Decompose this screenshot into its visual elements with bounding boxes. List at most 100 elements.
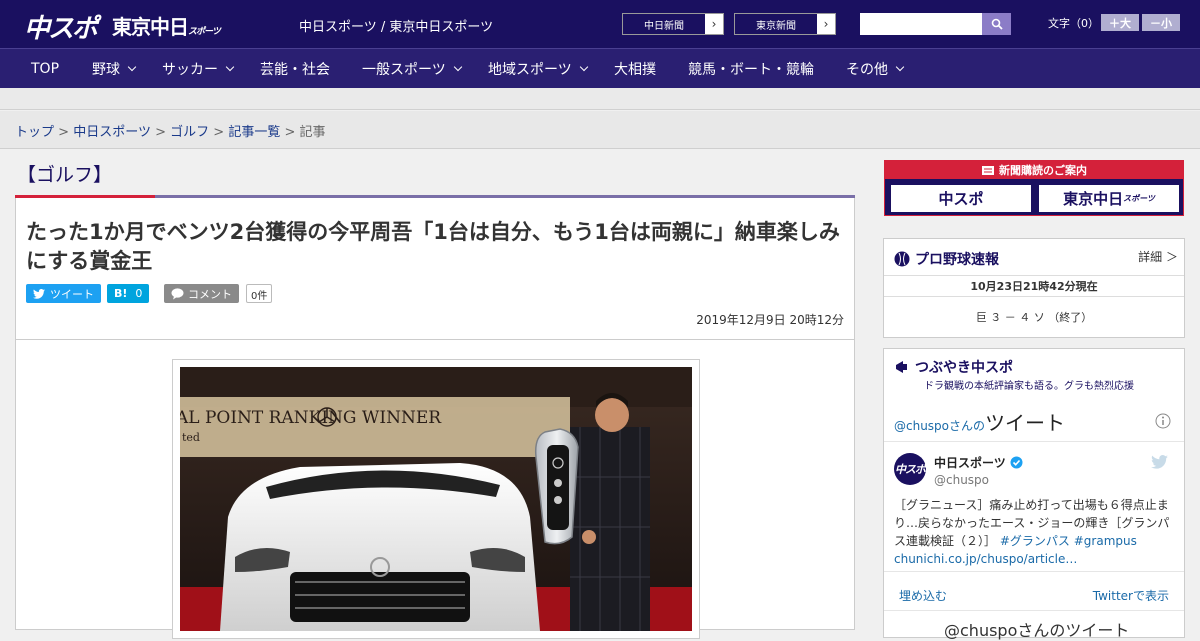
nav-item-keiba[interactable]: 競馬・ボート・競輪 bbox=[688, 49, 814, 89]
article-card: たった1か月でベンツ2台獲得の今平周吾「1台は自分、もう1台は両親に」納車楽しみ… bbox=[15, 198, 855, 639]
logo-tokyo-chunichi[interactable]: 東京中日スポーツ bbox=[112, 11, 221, 40]
twitter-divider bbox=[884, 441, 1184, 442]
article-photo: AL POINT RANKING WINNER ted bbox=[180, 367, 692, 631]
font-size-down-button[interactable]: －小 bbox=[1142, 14, 1180, 31]
breadcrumb-separator: > bbox=[284, 125, 296, 140]
chevron-down-icon bbox=[225, 62, 235, 72]
baseball-detail-link[interactable]: 詳細 ＞ bbox=[1138, 248, 1178, 265]
nav-item-label: 競馬・ボート・競輪 bbox=[688, 62, 814, 78]
hatena-bookmark-button[interactable]: B! 0 bbox=[107, 284, 150, 303]
breadcrumb-golf[interactable]: ゴルフ bbox=[170, 125, 209, 140]
tsubuyaki-box: つぶやき中スポ ドラ観戦の本紙評論家も語る。グラも熱烈応援 @chuspoさんの… bbox=[883, 348, 1185, 641]
comment-label: コメント bbox=[188, 287, 232, 301]
tweet-text: ［グラニュース］痛み止め打って出場も６得点止まり…戻らなかったエース・ジョーの輝… bbox=[894, 496, 1176, 568]
tweet-button[interactable]: ツイート bbox=[26, 284, 101, 303]
twitter-footer-link[interactable]: @chuspoさんのツイート bbox=[944, 617, 1129, 641]
breadcrumb-top[interactable]: トップ bbox=[15, 125, 54, 140]
chevron-down-icon bbox=[579, 62, 588, 72]
nav-item-label: 芸能・社会 bbox=[260, 62, 330, 78]
comment-button[interactable]: コメント bbox=[164, 284, 239, 303]
chevron-down-icon bbox=[453, 62, 462, 72]
hashtag-link[interactable]: #grampus bbox=[1074, 534, 1137, 548]
article-title: たった1か月でベンツ2台獲得の今平周吾「1台は自分、もう1台は両親に」納車楽しみ… bbox=[26, 220, 840, 273]
photo-backdrop-text2: ted bbox=[182, 431, 200, 444]
nav-item-entertainment[interactable]: 芸能・社会 bbox=[260, 49, 330, 89]
nav-item-label: 野球 bbox=[92, 62, 120, 78]
chunichi-shimbun-label: 中日新聞 bbox=[623, 14, 705, 34]
tweet-author[interactable]: 中日スポーツ bbox=[934, 454, 1023, 471]
twitter-bird-icon bbox=[33, 288, 45, 299]
chunichi-shimbun-link[interactable]: 中日新聞 › bbox=[622, 13, 724, 35]
nav-item-label: 一般スポーツ bbox=[362, 62, 446, 78]
breadcrumb-separator: > bbox=[213, 125, 225, 140]
baseball-scores-header: プロ野球速報 bbox=[894, 249, 999, 269]
hashtag-link[interactable]: #グランパス bbox=[1000, 534, 1070, 548]
breadcrumb-separator: > bbox=[58, 125, 70, 140]
breadcrumb-separator: > bbox=[155, 125, 166, 140]
verified-badge-icon bbox=[1010, 456, 1023, 469]
baseball-scores-title: プロ野球速報 bbox=[915, 252, 999, 268]
nav-item-other[interactable]: その他 bbox=[846, 49, 905, 89]
nav-item-baseball[interactable]: 野球 bbox=[92, 49, 137, 89]
nav-item-local-sports[interactable]: 地域スポーツ bbox=[488, 49, 588, 89]
baseball-icon bbox=[894, 251, 910, 267]
search-button[interactable] bbox=[982, 13, 1011, 35]
tweet-label: ツイート bbox=[50, 287, 94, 301]
site-header: 中スポ 東京中日スポーツ 中日スポーツ / 東京中日スポーツ 中日新聞 › 東京新… bbox=[0, 0, 1200, 48]
view-on-twitter-link[interactable]: Twitterで表示 bbox=[1093, 587, 1169, 604]
nav-item-label: 地域スポーツ bbox=[488, 62, 572, 78]
tsubuyaki-title: つぶやき中スポ bbox=[915, 360, 1013, 376]
avatar[interactable]: 中スポ bbox=[894, 453, 926, 485]
chevron-right-icon: › bbox=[705, 14, 723, 34]
twitter-bird-icon[interactable] bbox=[1151, 455, 1168, 469]
baseball-scores-box: プロ野球速報 詳細 ＞ 10月23日21時42分現在 巨 ３ － ４ ソ （終了… bbox=[883, 238, 1185, 338]
chevron-down-icon bbox=[895, 62, 905, 72]
site-name: 中日スポーツ / 東京中日スポーツ bbox=[299, 20, 494, 35]
breadcrumb-chunichi-sports[interactable]: 中日スポーツ bbox=[73, 125, 151, 140]
nav-item-label: TOP bbox=[31, 61, 60, 77]
tokyo-shimbun-link[interactable]: 東京新聞 › bbox=[734, 13, 836, 35]
subscription-header-label: 新聞購読のご案内 bbox=[999, 164, 1087, 177]
article-date: 2019年12月9日 20時12分 bbox=[696, 313, 844, 327]
header-spacer bbox=[0, 88, 1200, 110]
nav-item-general-sports[interactable]: 一般スポーツ bbox=[362, 49, 462, 89]
font-size-up-button[interactable]: ＋大 bbox=[1101, 14, 1139, 31]
article-photo-frame[interactable]: AL POINT RANKING WINNER ted bbox=[172, 359, 700, 639]
article-category: 【ゴルフ】 bbox=[17, 164, 113, 186]
tweet-author-handle: @chuspo bbox=[934, 473, 990, 487]
chevron-right-icon: › bbox=[817, 14, 835, 34]
font-size-label: 文字（0） bbox=[1048, 17, 1099, 30]
nav-item-soccer[interactable]: サッカー bbox=[162, 49, 235, 89]
twitter-divider bbox=[884, 610, 1184, 611]
tokyo-shimbun-label: 東京新聞 bbox=[735, 14, 817, 34]
logo-tokyo-chunichi-small: スポーツ bbox=[188, 27, 221, 37]
twitter-divider bbox=[884, 571, 1184, 572]
breadcrumb-current: 記事 bbox=[299, 125, 326, 140]
info-icon[interactable] bbox=[1155, 413, 1171, 429]
twitter-timeline-heading: @chuspoさんの ツイート bbox=[894, 407, 1065, 436]
tokyo-chunichi-subscribe-logo: 東京中日 スポーツ bbox=[1037, 183, 1181, 214]
twitter-heading-prefix: @chuspoさんの bbox=[894, 419, 986, 433]
nav-item-label: 大相撲 bbox=[614, 62, 656, 78]
embed-link[interactable]: 埋め込む bbox=[899, 587, 947, 604]
nav-item-label: その他 bbox=[846, 62, 888, 78]
nav-item-sumo[interactable]: 大相撲 bbox=[614, 49, 656, 89]
subscription-banner[interactable]: 新聞購読のご案内 中スポ 東京中日 スポーツ bbox=[884, 160, 1184, 216]
logo-chuspo[interactable]: 中スポ bbox=[24, 8, 98, 45]
breadcrumb-article-list[interactable]: 記事一覧 bbox=[228, 125, 280, 140]
baseball-score[interactable]: 巨 ３ － ４ ソ （終了） bbox=[884, 309, 1184, 325]
nav-item-label: サッカー bbox=[162, 62, 218, 78]
tsubuyaki-header: つぶやき中スポ bbox=[894, 357, 1013, 377]
hatena-b-icon: B! bbox=[114, 287, 128, 300]
logo-tokyo-chunichi-text: 東京中日 bbox=[112, 15, 189, 39]
chuspo-subscribe-logo: 中スポ bbox=[889, 183, 1033, 214]
comment-count: 0件 bbox=[246, 284, 273, 303]
chevron-down-icon bbox=[127, 62, 137, 72]
search-input[interactable] bbox=[860, 13, 982, 35]
main-nav: TOP 野球 サッカー 芸能・社会 一般スポーツ 地域スポーツ 大相撲 競馬・ボ… bbox=[0, 48, 1200, 88]
hatena-count: 0 bbox=[135, 287, 143, 300]
comment-bubble-icon bbox=[171, 287, 184, 299]
tweet-article-link[interactable]: chunichi.co.jp/chuspo/article… bbox=[894, 552, 1077, 566]
nav-item-top[interactable]: TOP bbox=[31, 49, 59, 89]
megaphone-icon bbox=[896, 361, 907, 373]
